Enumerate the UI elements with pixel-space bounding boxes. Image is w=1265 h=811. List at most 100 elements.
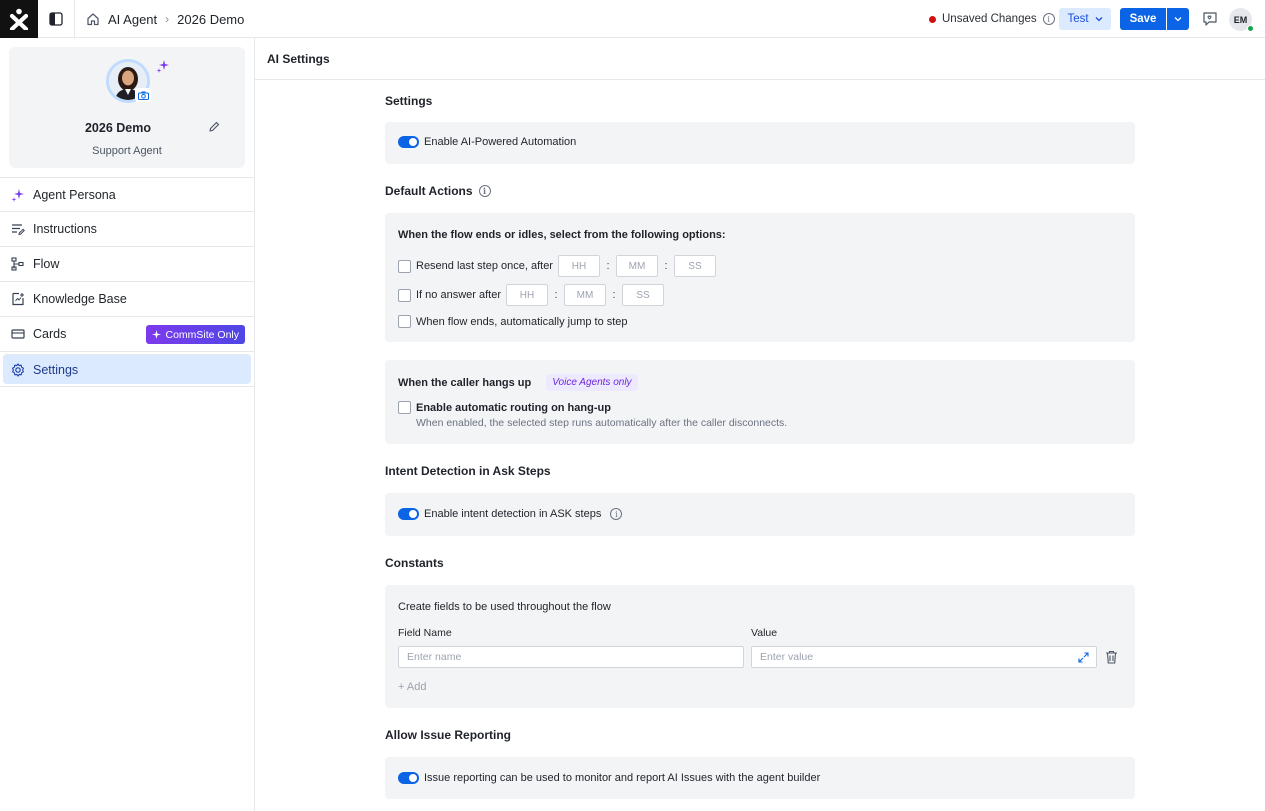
instructions-icon (11, 222, 25, 236)
feedback-icon[interactable] (1201, 10, 1219, 28)
save-button[interactable]: Save (1120, 8, 1166, 30)
agent-profile-card: 2026 Demo Support Agent (9, 47, 245, 168)
intent-detection-title: Intent Detection in Ask Steps (385, 464, 551, 478)
section-title: Settings (385, 94, 433, 108)
add-constant-button[interactable]: + Add (398, 681, 426, 693)
chevron-down-icon (1095, 17, 1103, 22)
commsite-only-badge: CommSite Only (146, 325, 245, 344)
logo-icon (9, 8, 29, 30)
sidebar-active-wrapper: Settings (0, 354, 254, 387)
constant-value-input[interactable]: Enter value (751, 646, 1097, 668)
sidebar-item-flow[interactable]: Flow (0, 247, 254, 282)
unsaved-dot (929, 15, 936, 23)
agent-role: Support Agent (92, 145, 162, 157)
sidebar-item-label: Knowledge Base (33, 292, 127, 306)
issue-reporting-row: Issue reporting can be used to monitor a… (398, 772, 820, 784)
user-avatar[interactable]: EM (1229, 8, 1254, 32)
test-label: Test (1067, 13, 1089, 25)
sidebar-toggle-button[interactable] (38, 0, 75, 38)
resend-row: Resend last step once, after HH : MM : S… (398, 255, 716, 277)
sidebar: 2026 Demo Support Agent Agent Persona In… (0, 38, 255, 811)
online-indicator (1247, 25, 1254, 32)
default-actions-heading: When the flow ends or idles, select from… (398, 229, 726, 241)
resend-checkbox[interactable] (398, 259, 411, 273)
gear-icon (11, 362, 25, 377)
camera-icon[interactable] (135, 88, 151, 102)
no-answer-hours-input[interactable]: HH (506, 284, 548, 306)
intent-detection-toggle[interactable] (398, 508, 419, 520)
no-answer-seconds-input[interactable]: SS (622, 284, 664, 306)
hangup-routing-checkbox[interactable] (398, 401, 411, 414)
breadcrumb: AI Agent › 2026 Demo (86, 0, 244, 38)
save-dropdown-button[interactable] (1167, 8, 1189, 30)
hangup-title: When the caller hangs up (398, 376, 532, 389)
constants-title: Constants (385, 556, 444, 570)
sidebar-item-label: Settings (33, 362, 79, 377)
constants-description: Create fields to be used throughout the … (398, 601, 611, 613)
jump-checkbox[interactable] (398, 315, 411, 328)
heading-text: When the flow ends or idles, select from… (398, 229, 726, 241)
toggle-label: Issue reporting can be used to monitor a… (424, 772, 821, 784)
issue-reporting-title: Allow Issue Reporting (385, 728, 511, 742)
colon: : (554, 289, 558, 301)
sparkle-icon (156, 60, 169, 73)
test-button[interactable]: Test (1059, 8, 1111, 30)
description-text: Create fields to be used throughout the … (398, 601, 611, 613)
user-initials: EM (1233, 14, 1248, 25)
default-actions-panel: When the flow ends or idles, select from… (385, 213, 1135, 342)
info-icon[interactable]: i (610, 508, 623, 520)
toggle-label: Enable AI-Powered Automation (424, 136, 577, 148)
trash-icon[interactable] (1105, 650, 1118, 664)
ai-automation-row: Enable AI-Powered Automation (398, 136, 576, 148)
sidebar-item-label: Agent Persona (33, 187, 116, 202)
intent-detection-row: Enable intent detection in ASK steps i (398, 508, 623, 520)
sidebar-item-knowledge-base[interactable]: Knowledge Base (0, 282, 254, 317)
cards-icon (11, 327, 25, 341)
column-label: Value (751, 627, 778, 639)
colon: : (664, 260, 668, 272)
section-title: Default Actions (385, 184, 473, 198)
resend-hours-input[interactable]: HH (557, 255, 600, 277)
colon: : (606, 260, 610, 272)
voice-agents-only-badge: Voice Agents only (546, 374, 638, 391)
chevron-down-icon (1174, 17, 1182, 22)
info-icon[interactable]: i (1042, 13, 1055, 25)
breadcrumb-current: 2026 Demo (177, 11, 245, 27)
no-answer-checkbox[interactable] (398, 288, 411, 302)
sparkle-icon (11, 188, 25, 202)
expand-icon[interactable] (1078, 652, 1089, 663)
field-name-label: Field Name (398, 627, 452, 639)
resend-minutes-input[interactable]: MM (615, 255, 658, 277)
sidebar-item-agent-persona[interactable]: Agent Persona (0, 177, 254, 212)
badge-label: CommSite Only (165, 328, 239, 341)
value-label: Value (751, 627, 777, 639)
no-answer-label: If no answer after (416, 289, 501, 301)
sidebar-item-label: Cards (33, 327, 67, 341)
colon: : (612, 289, 616, 301)
add-label: + Add (398, 681, 427, 693)
home-icon[interactable] (86, 12, 100, 26)
description-text: When enabled, the selected step runs aut… (416, 417, 788, 429)
main-header: AI Settings (255, 38, 1265, 80)
sidebar-item-cards[interactable]: Cards CommSite Only (0, 317, 254, 352)
no-answer-minutes-input[interactable]: MM (564, 284, 606, 306)
sidebar-item-instructions[interactable]: Instructions (0, 212, 254, 247)
sidebar-item-label: Flow (33, 257, 60, 271)
knowledge-base-icon (11, 292, 25, 306)
breadcrumb-ai-agent[interactable]: AI Agent (108, 12, 157, 27)
info-icon[interactable]: i (478, 185, 491, 197)
section-title: Intent Detection in Ask Steps (385, 464, 551, 478)
save-label: Save (1129, 13, 1157, 25)
hangup-routing-label: Enable automatic routing on hang-up (416, 401, 611, 414)
hangup-description: When enabled, the selected step runs aut… (416, 417, 787, 429)
issue-reporting-toggle[interactable] (398, 772, 419, 784)
sidebar-item-settings[interactable]: Settings (3, 354, 251, 384)
resend-seconds-input[interactable]: SS (673, 255, 716, 277)
constant-name-input[interactable]: Enter name (398, 646, 744, 668)
pencil-icon[interactable] (208, 121, 220, 133)
app-logo[interactable] (0, 0, 38, 38)
resend-label: Resend last step once, after (416, 260, 553, 272)
settings-section-title: Settings (385, 94, 432, 108)
agent-name: 2026 Demo (84, 121, 151, 135)
ai-automation-toggle[interactable] (398, 136, 419, 148)
